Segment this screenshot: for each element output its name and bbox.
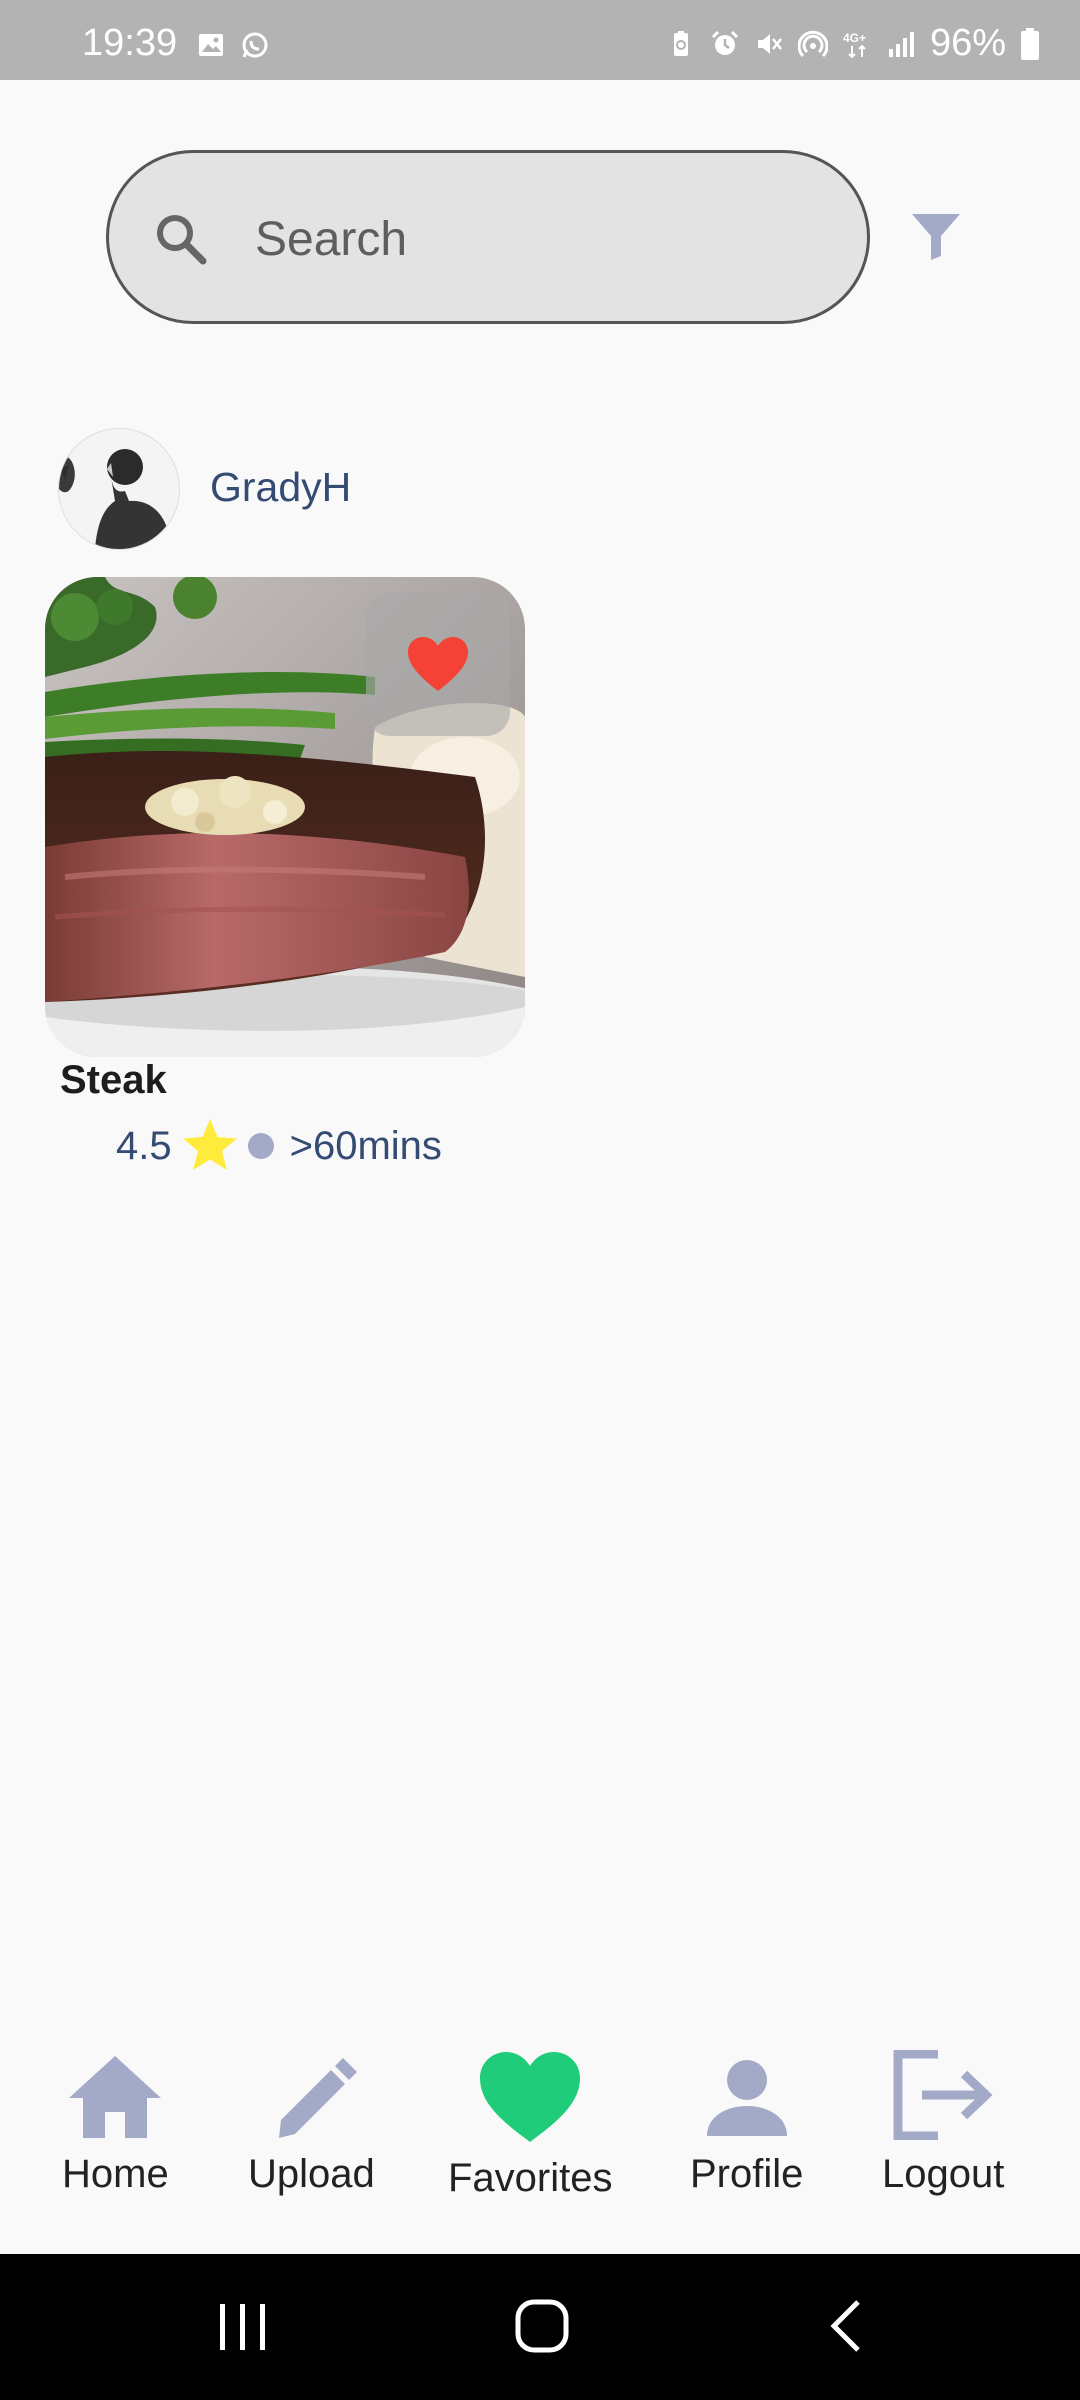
svg-text:4G+: 4G+ (843, 31, 866, 45)
battery-saver-icon (673, 30, 688, 56)
dot-separator-icon (247, 1133, 274, 1159)
battery-percent: 96% (929, 22, 1006, 64)
nav-home[interactable]: Home (62, 2050, 169, 2197)
star-icon (182, 1119, 237, 1170)
signal-icon (888, 31, 914, 57)
gallery-icon (199, 34, 223, 56)
nav-home-label: Home (62, 2152, 169, 2196)
recipe-rating: 4.5 (116, 1123, 172, 1168)
heart-icon (480, 2052, 581, 2142)
4g-icon: 4G+ (843, 31, 866, 58)
recent-apps-icon[interactable] (216, 2298, 270, 2354)
logout-icon (893, 2050, 993, 2140)
avatar-image (59, 429, 179, 549)
hotspot-icon (797, 30, 828, 57)
status-time: 19:39 (82, 22, 178, 64)
nav-favorites[interactable]: Favorites (448, 2050, 613, 2201)
recipe-title[interactable]: Steak (60, 1058, 167, 1103)
alarm-icon (711, 30, 738, 55)
nav-upload-label: Upload (248, 2152, 375, 2196)
nav-favorites-label: Favorites (448, 2156, 613, 2200)
favorite-toggle-button[interactable] (366, 592, 510, 736)
bottom-navigation: Home Upload Favorites Profile Logout (0, 2030, 1080, 2254)
search-input[interactable] (253, 193, 817, 285)
home-circle-icon[interactable] (514, 2298, 570, 2354)
search-icon (157, 215, 207, 265)
heart-icon (408, 637, 468, 691)
recipe-meta: 4.5 >60mins (116, 1116, 442, 1176)
recipe-time: >60mins (289, 1123, 442, 1168)
system-navigation-bar (0, 2254, 1080, 2400)
pencil-icon (279, 2058, 358, 2138)
back-icon[interactable] (826, 2298, 866, 2354)
status-bar: 19:39 4G+ 96% (0, 0, 1080, 80)
nav-logout[interactable]: Logout (882, 2050, 1004, 2197)
nav-profile[interactable]: Profile (690, 2050, 803, 2197)
nav-logout-label: Logout (882, 2152, 1005, 2196)
home-icon (69, 2056, 162, 2138)
username[interactable]: GradyH (210, 464, 351, 511)
filter-icon[interactable] (908, 208, 964, 264)
whatsapp-icon (242, 32, 268, 58)
mute-icon (757, 33, 782, 54)
person-icon (706, 2060, 787, 2136)
search-bar[interactable] (106, 150, 870, 324)
nav-upload[interactable]: Upload (248, 2050, 375, 2197)
nav-profile-label: Profile (690, 2152, 804, 2196)
avatar[interactable] (58, 428, 180, 550)
battery-icon (1021, 27, 1039, 60)
